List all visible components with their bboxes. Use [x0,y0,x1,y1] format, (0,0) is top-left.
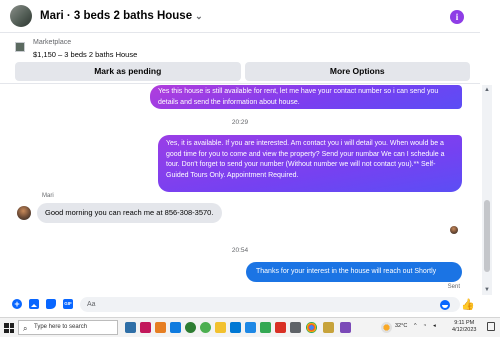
sender-name: Mari [42,193,54,199]
scroll-down-icon[interactable]: ▼ [484,287,490,293]
avatar[interactable] [10,5,32,27]
sender-avatar[interactable] [17,206,31,220]
app-icon[interactable] [155,322,166,333]
app-icon[interactable] [230,322,241,333]
outgoing-message[interactable]: Thanks for your interest in the house wi… [246,262,462,282]
weather-icon[interactable] [381,322,392,333]
outgoing-message[interactable]: Yes, it is available. If you are interes… [158,135,462,192]
scrollbar[interactable]: ▲ ▼ [482,85,492,295]
marketplace-label: Marketplace [33,39,72,46]
listing-title[interactable]: $1,150 – 3 beds 2 baths House [33,50,137,59]
marketplace-actions: Mark as pending More Options [15,62,470,81]
sticker-icon[interactable] [46,299,56,309]
app-icon[interactable] [140,322,151,333]
mark-as-pending-button[interactable]: Mark as pending [15,62,241,81]
message-list[interactable]: Yes this house is still available for re… [0,85,480,295]
marketplace-bar: Marketplace $1,150 – 3 beds 2 baths Hous… [0,34,480,84]
notification-icon[interactable] [487,322,495,331]
chrome-icon[interactable] [306,322,317,333]
message-composer: + GIF Aa 👍 [0,295,480,315]
app-icon[interactable] [290,322,301,333]
outgoing-message[interactable]: Yes this house is still available for re… [150,85,462,109]
chat-title-text: Mari · 3 beds 2 baths House [40,10,193,22]
temperature-text[interactable]: 32°C [395,323,407,329]
app-icon[interactable] [323,322,334,333]
photo-icon[interactable] [29,299,39,309]
whatsapp-icon[interactable] [185,322,196,333]
taskbar-search-input[interactable]: ⌕ Type here to search [18,320,118,335]
tray-chevron-icon[interactable]: ^ [414,323,417,329]
app-icon[interactable] [260,322,271,333]
scroll-up-icon[interactable]: ▲ [484,87,490,93]
chevron-down-icon: ⌄ [195,11,203,21]
emoji-icon[interactable] [440,300,450,310]
app-icon[interactable] [170,322,181,333]
info-icon[interactable]: i [450,10,464,24]
incoming-message[interactable]: Good morning you can reach me at 856-308… [37,203,222,223]
task-view-icon[interactable] [125,322,136,333]
read-receipt-avatar [450,226,458,234]
clock-time: 9:11 PM [454,320,475,326]
file-explorer-icon[interactable] [215,322,226,333]
windows-taskbar: ⌕ Type here to search 32°C ^ ◔ ◂ 9:11 PM… [0,317,500,337]
more-options-button[interactable]: More Options [244,62,470,81]
timestamp: 20:54 [231,247,249,254]
listing-thumbnail[interactable] [15,42,25,52]
like-icon[interactable]: 👍 [461,298,475,311]
windows-start-icon[interactable] [4,323,14,333]
message-status: Sent [447,284,460,290]
timestamp: 20:29 [231,119,249,126]
app-icon[interactable] [200,322,211,333]
messenger-window: Mari · 3 beds 2 baths House ⌄ i Marketpla… [0,0,500,337]
search-icon: ⌕ [23,324,28,333]
plus-icon[interactable]: + [12,299,22,309]
chat-title[interactable]: Mari · 3 beds 2 baths House ⌄ [40,10,203,22]
chat-header: Mari · 3 beds 2 baths House ⌄ i [0,0,480,33]
app-icon[interactable] [245,322,256,333]
clock-date: 4/12/2023 [452,327,477,333]
gif-icon[interactable]: GIF [63,299,73,309]
taskbar-search-placeholder: Type here to search [34,324,88,330]
app-icon[interactable] [340,322,351,333]
taskbar-clock[interactable]: 9:11 PM 4/12/2023 [452,320,476,334]
network-icon[interactable]: ◔ [423,323,426,329]
volume-icon[interactable]: ◂ [433,323,436,329]
scrollbar-thumb[interactable] [484,200,490,272]
message-input[interactable]: Aa [80,297,460,312]
app-icon[interactable] [275,322,286,333]
